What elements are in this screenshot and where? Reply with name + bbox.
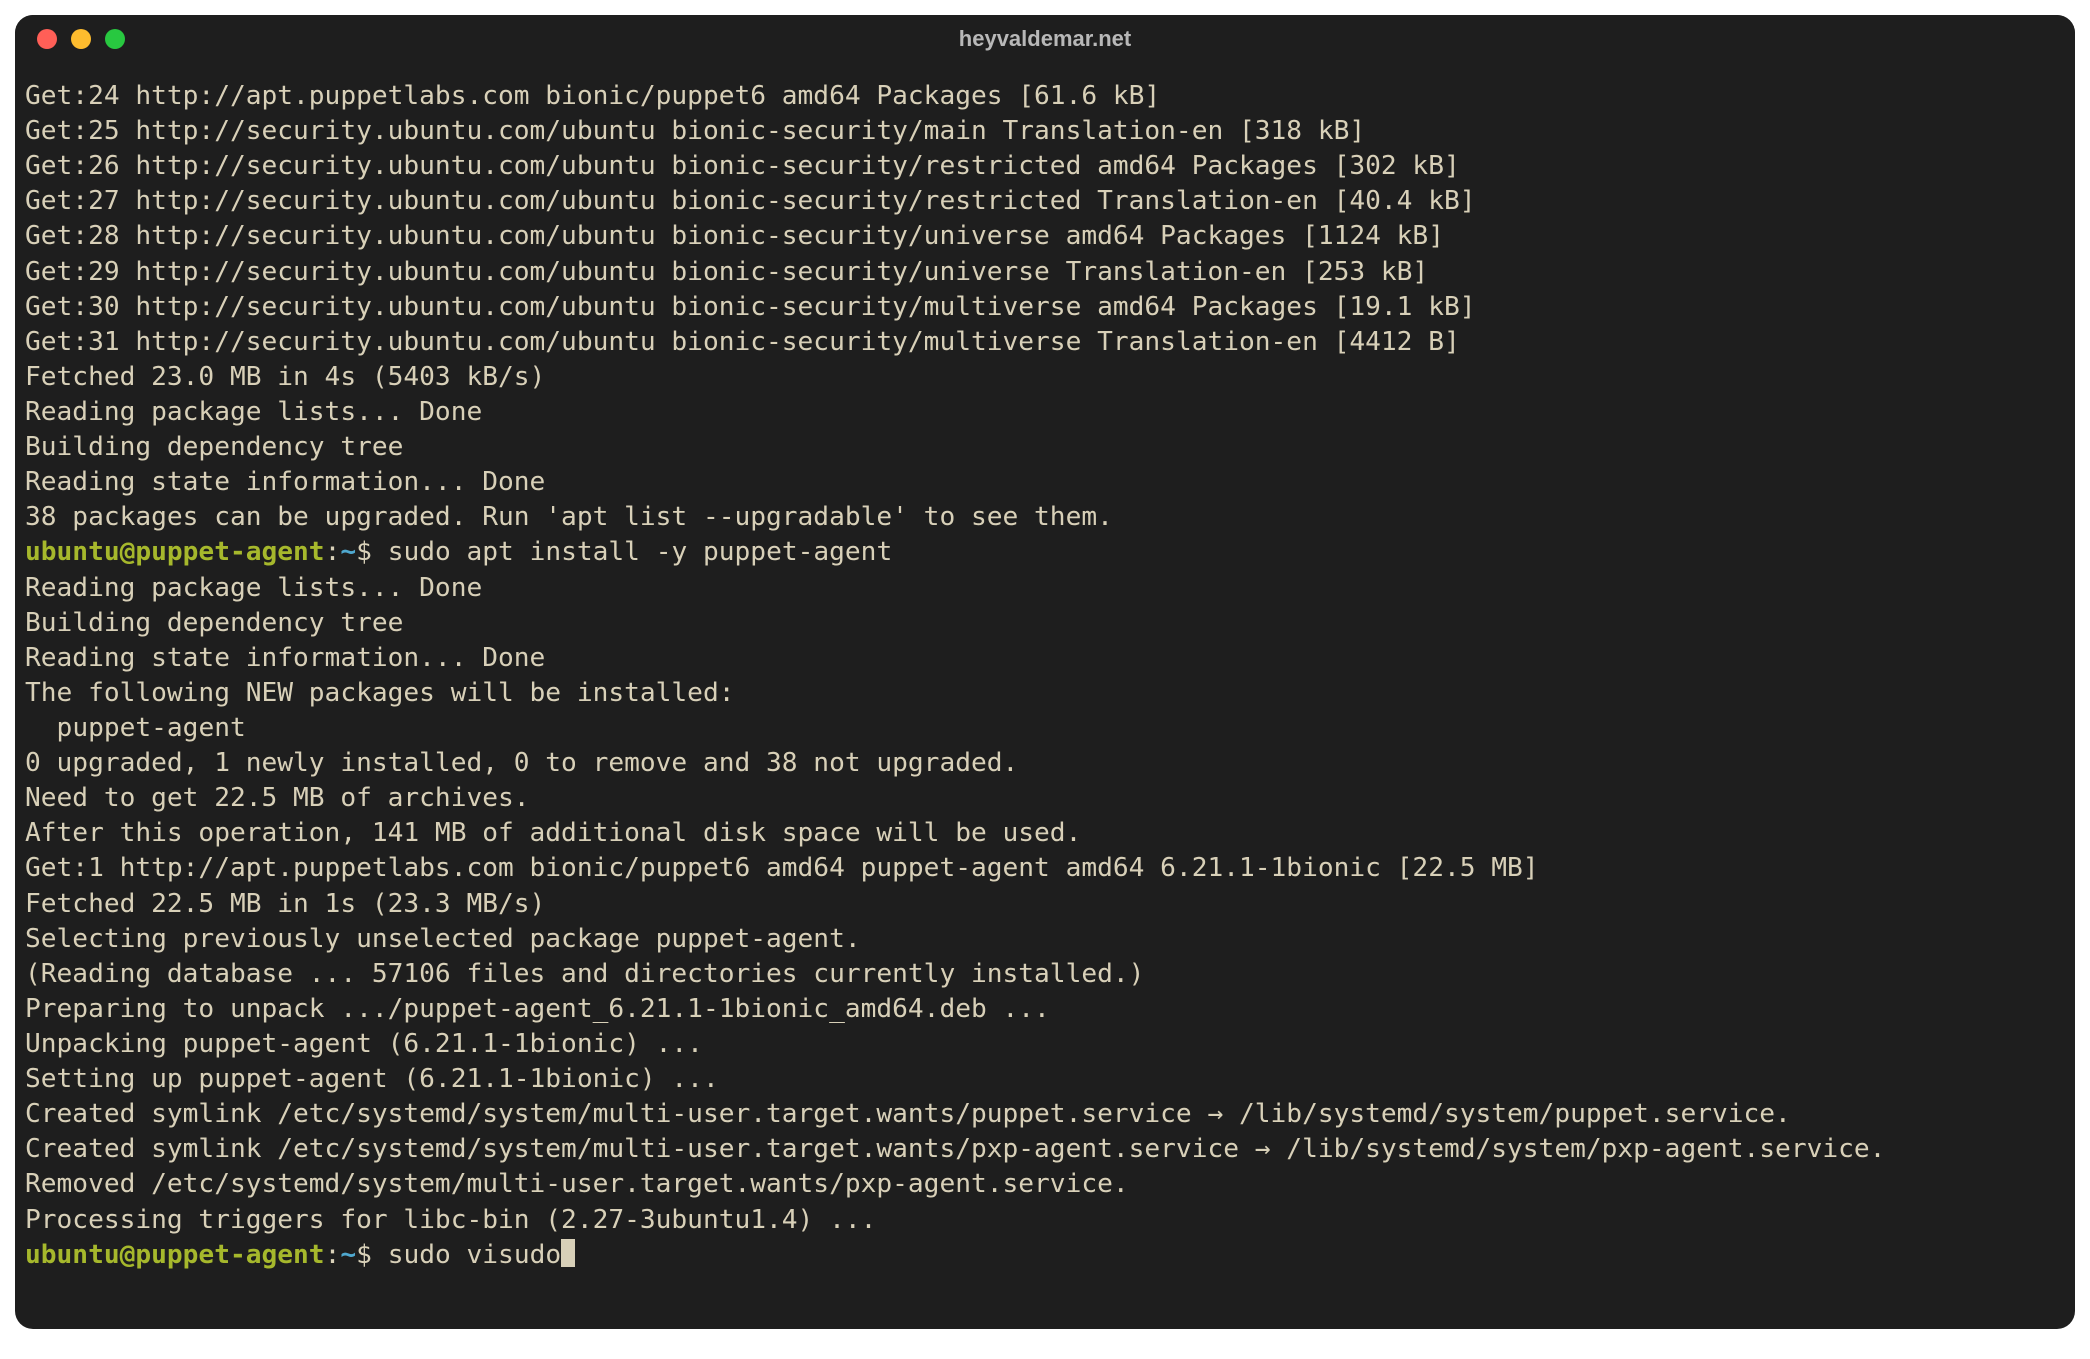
terminal-output-text: Get:26 http://security.ubuntu.com/ubuntu… — [25, 151, 1460, 181]
traffic-lights — [37, 29, 125, 49]
terminal-output-text: After this operation, 141 MB of addition… — [25, 818, 1081, 848]
terminal-output-text: Get:28 http://security.ubuntu.com/ubuntu… — [25, 221, 1444, 251]
terminal-output-line: Building dependency tree — [25, 606, 2065, 641]
terminal-output-line: Get:24 http://apt.puppetlabs.com bionic/… — [25, 79, 2065, 114]
terminal-output-text: Get:29 http://security.ubuntu.com/ubuntu… — [25, 257, 1428, 287]
zoom-icon[interactable] — [105, 29, 125, 49]
terminal-output-line: Reading package lists... Done — [25, 395, 2065, 430]
prompt-separator: : — [325, 537, 341, 567]
prompt-symbol: $ — [356, 537, 372, 567]
terminal-output-text: Preparing to unpack .../puppet-agent_6.2… — [25, 994, 1050, 1024]
terminal-output-text: The following NEW packages will be insta… — [25, 678, 734, 708]
terminal-output-line: Get:26 http://security.ubuntu.com/ubuntu… — [25, 149, 2065, 184]
terminal-output-text: Created symlink /etc/systemd/system/mult… — [25, 1134, 1885, 1164]
terminal-output-line: 0 upgraded, 1 newly installed, 0 to remo… — [25, 746, 2065, 781]
terminal-output-text: (Reading database ... 57106 files and di… — [25, 959, 1144, 989]
terminal-prompt-line: ubuntu@puppet-agent:~$ sudo visudo — [25, 1238, 2065, 1273]
terminal-output-text: Selecting previously unselected package … — [25, 924, 861, 954]
terminal-output-line: After this operation, 141 MB of addition… — [25, 816, 2065, 851]
window-title: heyvaldemar.net — [15, 26, 2075, 52]
terminal-output-text: puppet-agent — [25, 713, 246, 743]
prompt-symbol: $ — [356, 1240, 372, 1270]
terminal-output-line: Fetched 23.0 MB in 4s (5403 kB/s) — [25, 360, 2065, 395]
terminal-output-text: Reading state information... Done — [25, 467, 545, 497]
terminal-output-line: Created symlink /etc/systemd/system/mult… — [25, 1097, 2065, 1132]
terminal-output-line: Get:1 http://apt.puppetlabs.com bionic/p… — [25, 851, 2065, 886]
terminal-output-text: 0 upgraded, 1 newly installed, 0 to remo… — [25, 748, 1018, 778]
prompt-user-host: ubuntu@puppet-agent — [25, 1240, 325, 1270]
terminal-output-text: Created symlink /etc/systemd/system/mult… — [25, 1099, 1791, 1129]
terminal-output-line: Unpacking puppet-agent (6.21.1-1bionic) … — [25, 1027, 2065, 1062]
terminal-output-line: Get:31 http://security.ubuntu.com/ubuntu… — [25, 325, 2065, 360]
terminal-output-line: Reading state information... Done — [25, 641, 2065, 676]
terminal-output-line: Processing triggers for libc-bin (2.27-3… — [25, 1203, 2065, 1238]
close-icon[interactable] — [37, 29, 57, 49]
terminal-output-line: 38 packages can be upgraded. Run 'apt li… — [25, 500, 2065, 535]
terminal-output-line: Created symlink /etc/systemd/system/mult… — [25, 1132, 2065, 1167]
terminal-output-text: Get:31 http://security.ubuntu.com/ubuntu… — [25, 327, 1460, 357]
prompt-command: sudo apt install -y puppet-agent — [388, 537, 893, 567]
terminal-output-text: Fetched 22.5 MB in 1s (23.3 MB/s) — [25, 889, 545, 919]
terminal-output-line: Removed /etc/systemd/system/multi-user.t… — [25, 1167, 2065, 1202]
terminal-output-line: Get:30 http://security.ubuntu.com/ubuntu… — [25, 290, 2065, 325]
prompt-user-host: ubuntu@puppet-agent — [25, 537, 325, 567]
terminal-output-text: Get:24 http://apt.puppetlabs.com bionic/… — [25, 81, 1160, 111]
terminal-output-text: Unpacking puppet-agent (6.21.1-1bionic) … — [25, 1029, 703, 1059]
terminal-output-line: Reading package lists... Done — [25, 571, 2065, 606]
terminal-output-line: Selecting previously unselected package … — [25, 922, 2065, 957]
terminal-output-text: Get:30 http://security.ubuntu.com/ubuntu… — [25, 292, 1476, 322]
terminal-output-line: Fetched 22.5 MB in 1s (23.3 MB/s) — [25, 887, 2065, 922]
prompt-separator: : — [325, 1240, 341, 1270]
terminal-output-line: Get:29 http://security.ubuntu.com/ubuntu… — [25, 255, 2065, 290]
terminal-output-line: Get:27 http://security.ubuntu.com/ubuntu… — [25, 184, 2065, 219]
terminal-output-line: Reading state information... Done — [25, 465, 2065, 500]
terminal-prompt-line: ubuntu@puppet-agent:~$ sudo apt install … — [25, 535, 2065, 570]
terminal-output-text: 38 packages can be upgraded. Run 'apt li… — [25, 502, 1113, 532]
terminal-output-line: puppet-agent — [25, 711, 2065, 746]
terminal-output-line: Setting up puppet-agent (6.21.1-1bionic)… — [25, 1062, 2065, 1097]
terminal-output-line: Get:25 http://security.ubuntu.com/ubuntu… — [25, 114, 2065, 149]
terminal-output-text: Reading package lists... Done — [25, 573, 482, 603]
terminal-output-text: Fetched 23.0 MB in 4s (5403 kB/s) — [25, 362, 545, 392]
terminal-output-line: (Reading database ... 57106 files and di… — [25, 957, 2065, 992]
prompt-command: sudo visudo — [388, 1240, 561, 1270]
title-bar: heyvaldemar.net — [15, 15, 2075, 63]
prompt-path: ~ — [340, 537, 356, 567]
terminal-output-line: Get:28 http://security.ubuntu.com/ubuntu… — [25, 219, 2065, 254]
cursor-icon — [561, 1239, 575, 1267]
terminal-output-text: Get:27 http://security.ubuntu.com/ubuntu… — [25, 186, 1476, 216]
terminal-output-line: Building dependency tree — [25, 430, 2065, 465]
terminal-output-text: Get:1 http://apt.puppetlabs.com bionic/p… — [25, 853, 1539, 883]
terminal-output-text: Reading package lists... Done — [25, 397, 482, 427]
terminal-output-line: Need to get 22.5 MB of archives. — [25, 781, 2065, 816]
minimize-icon[interactable] — [71, 29, 91, 49]
terminal-window: heyvaldemar.net Get:24 http://apt.puppet… — [15, 15, 2075, 1329]
terminal-output-line: Preparing to unpack .../puppet-agent_6.2… — [25, 992, 2065, 1027]
terminal-body[interactable]: Get:24 http://apt.puppetlabs.com bionic/… — [15, 63, 2075, 1329]
terminal-output-text: Reading state information... Done — [25, 643, 545, 673]
terminal-output-text: Building dependency tree — [25, 608, 403, 638]
terminal-output-text: Setting up puppet-agent (6.21.1-1bionic)… — [25, 1064, 719, 1094]
terminal-output-text: Get:25 http://security.ubuntu.com/ubuntu… — [25, 116, 1365, 146]
terminal-output-text: Building dependency tree — [25, 432, 403, 462]
terminal-output-line: The following NEW packages will be insta… — [25, 676, 2065, 711]
terminal-output-text: Removed /etc/systemd/system/multi-user.t… — [25, 1169, 1129, 1199]
prompt-path: ~ — [340, 1240, 356, 1270]
terminal-output-text: Need to get 22.5 MB of archives. — [25, 783, 530, 813]
terminal-output-text: Processing triggers for libc-bin (2.27-3… — [25, 1205, 876, 1235]
